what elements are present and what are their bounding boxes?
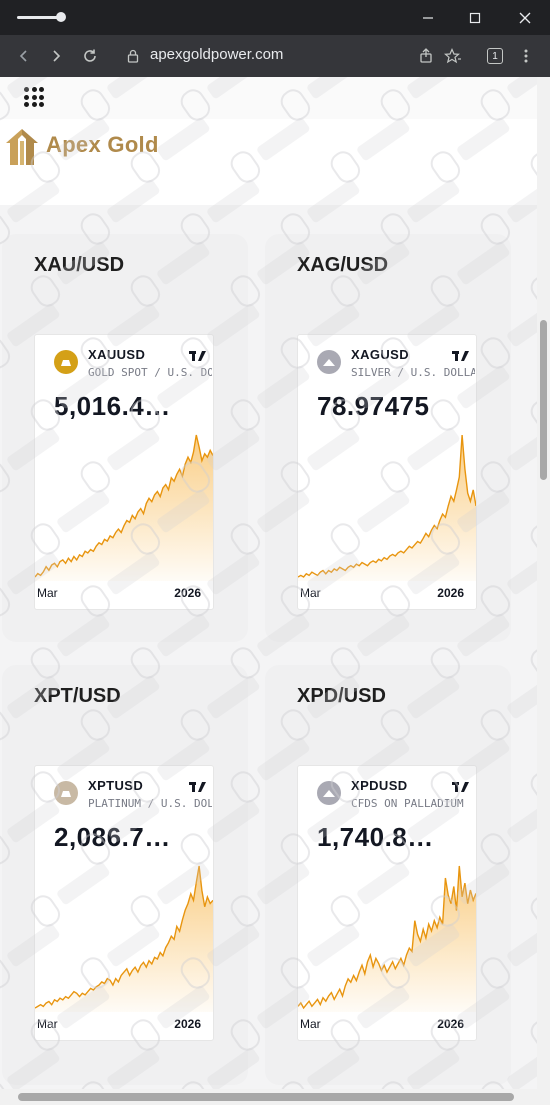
- vertical-scrollbar-thumb[interactable]: [540, 320, 547, 480]
- volume-slider-track[interactable]: [17, 16, 61, 19]
- market-card-xpt: XPT/USD XPTUSD PLATINUM / U.S. DOLLAR 2,…: [2, 665, 248, 1085]
- watermark-seal: [530, 1019, 537, 1051]
- ticker-description: CFDS ON PALLADIUM: [351, 797, 464, 810]
- watermark-seal: [530, 771, 537, 803]
- ticker-price: 5,016.4…: [54, 391, 171, 421]
- x-axis-start-label: Mar: [37, 1017, 58, 1031]
- ticker-widget[interactable]: XPDUSD CFDS ON PALLADIUM 1,740.8… Mar 20…: [297, 765, 477, 1041]
- watermark-seal: [530, 647, 537, 679]
- horizontal-scrollbar-thumb[interactable]: [18, 1093, 514, 1101]
- x-axis-end-label: 2026: [437, 586, 464, 600]
- ticker-price: 1,740.8…: [317, 822, 434, 852]
- ticker-widget[interactable]: XPTUSD PLATINUM / U.S. DOLLAR 2,086.7… M…: [34, 765, 214, 1041]
- palladium-coin-icon: [317, 781, 341, 805]
- ticker-widget[interactable]: XAGUSD SILVER / U.S. DOLLAR 78.97475 Mar…: [297, 334, 477, 610]
- forward-icon[interactable]: [44, 44, 68, 68]
- market-card-xau: XAU/USD XAUUSD GOLD SPOT / U.S. DOLLAR 5…: [2, 234, 248, 642]
- url-text[interactable]: apexgoldpower.com: [150, 46, 283, 63]
- tradingview-logo-icon[interactable]: [452, 778, 470, 797]
- vertical-scrollbar[interactable]: [537, 77, 550, 1089]
- bookmark-star-icon[interactable]: [441, 44, 465, 68]
- window-titlebar: [0, 0, 550, 35]
- minimize-icon[interactable]: [415, 6, 441, 30]
- watermark-seal: [530, 895, 537, 927]
- ticker-price: 2,086.7…: [54, 822, 171, 852]
- ticker-description: SILVER / U.S. DOLLAR: [351, 366, 475, 379]
- ticker-symbol: XAGUSD: [351, 347, 410, 362]
- reload-icon[interactable]: [78, 44, 102, 68]
- pair-title: XPT/USD: [34, 685, 121, 707]
- pair-title: XAU/USD: [34, 254, 125, 276]
- watermark-seal: [530, 399, 537, 431]
- close-icon[interactable]: [512, 6, 538, 30]
- watermark-seal: [530, 275, 537, 307]
- price-area-fill: [298, 866, 476, 1012]
- x-axis-end-label: 2026: [437, 1017, 464, 1031]
- tab-count: 1: [487, 48, 503, 64]
- platinum-coin-icon: [54, 781, 78, 805]
- price-area-chart: [298, 865, 476, 1012]
- pair-title: XPD/USD: [297, 685, 386, 707]
- x-axis-start-label: Mar: [37, 586, 58, 600]
- menu-kebab-icon[interactable]: [514, 44, 538, 68]
- back-icon[interactable]: [12, 44, 36, 68]
- pair-title: XAG/USD: [297, 254, 389, 276]
- gold-coin-icon: [54, 350, 78, 374]
- tradingview-logo-icon[interactable]: [189, 778, 207, 797]
- price-area-fill: [35, 435, 213, 581]
- price-area-chart: [298, 434, 476, 581]
- tradingview-logo-icon[interactable]: [452, 347, 470, 366]
- share-icon[interactable]: [414, 44, 438, 68]
- x-axis-end-label: 2026: [174, 1017, 201, 1031]
- x-axis-start-label: Mar: [300, 1017, 321, 1031]
- page-viewport: Apex Gold XAU/USD XAUUSD GOLD SPOT / U.S…: [0, 77, 537, 1089]
- tradingview-logo-icon[interactable]: [189, 347, 207, 366]
- watermark-seal: [530, 523, 537, 555]
- tab-count-button[interactable]: 1: [483, 44, 507, 68]
- ticker-description: PLATINUM / U.S. DOLLAR: [88, 797, 212, 810]
- market-card-xpd: XPD/USD XPDUSD CFDS ON PALLADIUM 1,740.8…: [265, 665, 511, 1085]
- brand-name[interactable]: Apex Gold: [46, 132, 159, 158]
- site-info-icon[interactable]: [127, 48, 139, 67]
- site-header: Apex Gold: [0, 119, 537, 205]
- ticker-symbol: XAUUSD: [88, 347, 146, 362]
- price-area-fill: [35, 866, 213, 1012]
- apps-grid-icon[interactable]: [24, 87, 44, 107]
- ticker-widget[interactable]: XAUUSD GOLD SPOT / U.S. DOLLAR 5,016.4… …: [34, 334, 214, 610]
- x-axis-start-label: Mar: [300, 586, 321, 600]
- ticker-symbol: XPDUSD: [351, 778, 408, 793]
- price-area-chart: [35, 865, 213, 1012]
- market-card-xag: XAG/USD XAGUSD SILVER / U.S. DOLLAR 78.9…: [265, 234, 511, 642]
- price-area-chart: [35, 434, 213, 581]
- silver-coin-icon: [317, 350, 341, 374]
- ticker-price: 78.97475: [317, 391, 430, 421]
- ticker-symbol: XPTUSD: [88, 778, 144, 793]
- site-top-nav: [0, 77, 537, 119]
- maximize-icon[interactable]: [462, 6, 488, 30]
- x-axis-end-label: 2026: [174, 586, 201, 600]
- ticker-description: GOLD SPOT / U.S. DOLLAR: [88, 366, 212, 379]
- volume-slider-knob[interactable]: [56, 12, 66, 22]
- apex-gold-logo-icon[interactable]: [2, 127, 42, 171]
